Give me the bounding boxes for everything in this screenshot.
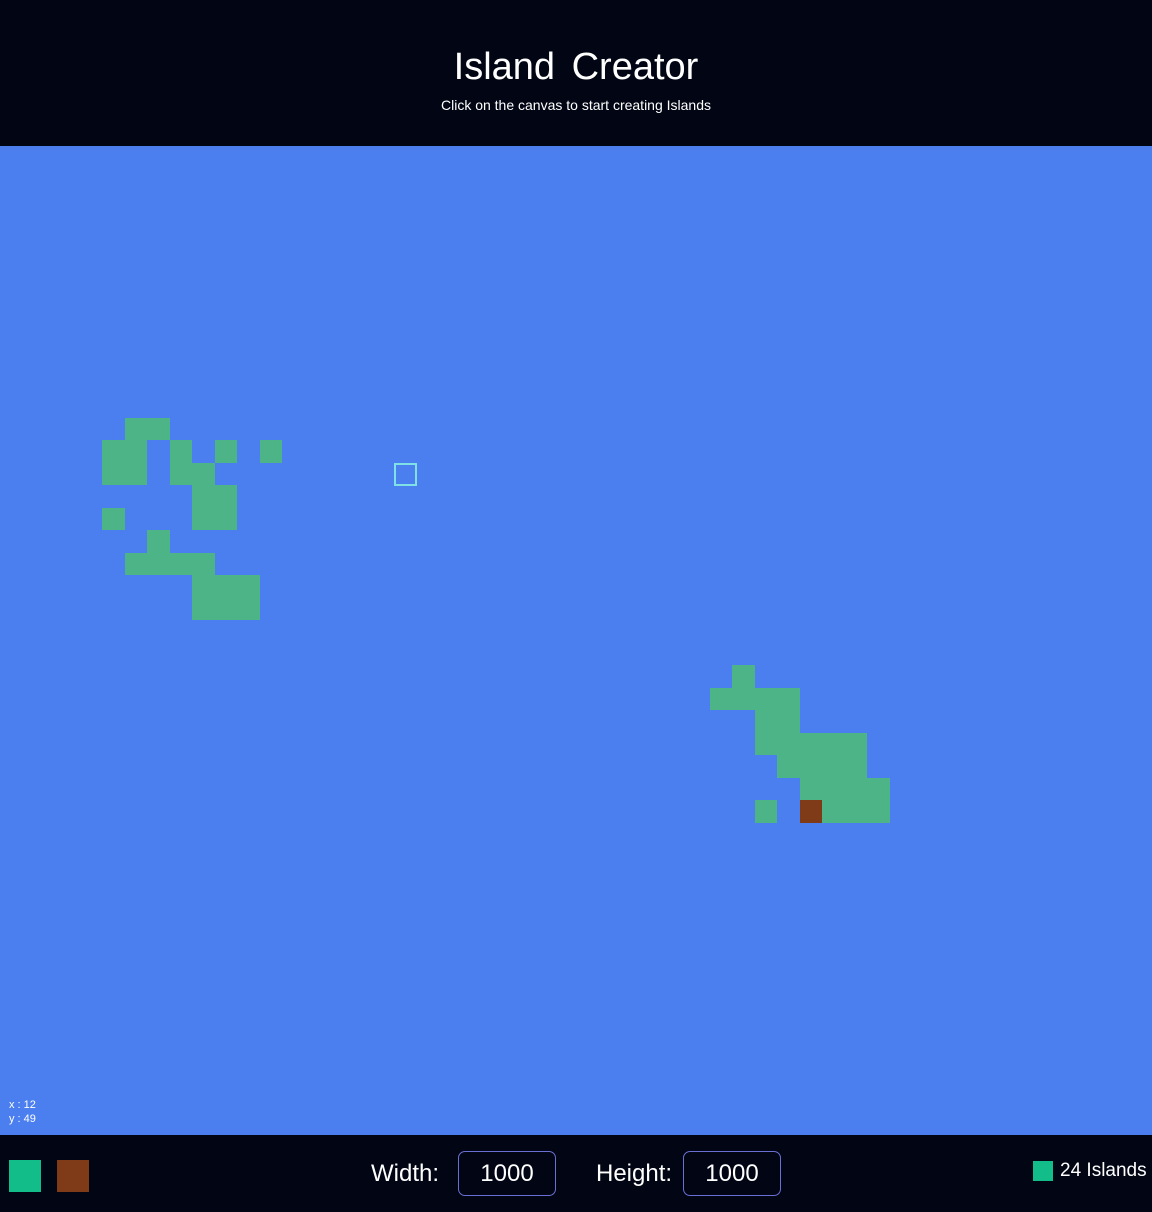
land-cell[interactable] — [844, 755, 867, 778]
land-cell[interactable] — [822, 777, 845, 800]
land-cell[interactable] — [822, 755, 845, 778]
land-cell[interactable] — [192, 507, 215, 530]
land-cell[interactable] — [844, 732, 867, 755]
land-cell[interactable] — [214, 575, 237, 598]
islands-count: 24 Islands — [1060, 1160, 1147, 1181]
page-subtitle: Click on the canvas to start creating Is… — [440, 97, 712, 113]
land-cell[interactable] — [237, 597, 260, 620]
land-cell[interactable] — [192, 552, 215, 575]
land-color-swatch[interactable] — [9, 1160, 41, 1192]
land-cell[interactable] — [147, 552, 170, 575]
land-cell[interactable] — [777, 755, 800, 778]
land-cell[interactable] — [754, 687, 777, 710]
land-cell[interactable] — [867, 777, 890, 800]
land-cell[interactable] — [124, 417, 147, 440]
land-cell[interactable] — [754, 732, 777, 755]
land-cell[interactable] — [214, 597, 237, 620]
land-cell[interactable] — [822, 800, 845, 823]
land-cell[interactable] — [124, 552, 147, 575]
land-cell[interactable] — [259, 440, 282, 463]
land-cell[interactable] — [777, 710, 800, 733]
island-canvas[interactable]: x : 12 y : 49 — [0, 146, 1152, 1135]
land-cell[interactable] — [124, 462, 147, 485]
hover-cell-indicator — [394, 462, 417, 486]
height-label: Height: — [596, 1160, 673, 1187]
land-cell[interactable] — [214, 485, 237, 508]
height-input[interactable] — [683, 1151, 781, 1196]
width-label: Width: — [371, 1160, 440, 1187]
land-cell[interactable] — [147, 530, 170, 553]
land-cell[interactable] — [237, 575, 260, 598]
page-title: Island Creator — [453, 46, 699, 88]
cursor-x-readout: x : 12 — [9, 1099, 36, 1111]
land-cell[interactable] — [169, 440, 192, 463]
land-cell[interactable] — [709, 687, 732, 710]
land-cell[interactable] — [754, 800, 777, 823]
app-header: Island Creator Click on the canvas to st… — [0, 0, 1152, 146]
land-cell[interactable] — [102, 440, 125, 463]
land-cell[interactable] — [844, 800, 867, 823]
land-cell[interactable] — [169, 552, 192, 575]
cursor-y-readout: y : 49 — [9, 1113, 36, 1125]
land-cell[interactable] — [169, 462, 192, 485]
land-cell[interactable] — [867, 800, 890, 823]
land-cell[interactable] — [822, 732, 845, 755]
land-cell[interactable] — [192, 575, 215, 598]
land-cell[interactable] — [192, 462, 215, 485]
land-cell[interactable] — [102, 507, 125, 530]
land-cell[interactable] — [799, 755, 822, 778]
land-cell[interactable] — [102, 462, 125, 485]
land-cell[interactable] — [732, 687, 755, 710]
land-cell[interactable] — [799, 732, 822, 755]
land-cell[interactable] — [844, 777, 867, 800]
width-input[interactable] — [458, 1151, 556, 1196]
islands-legend-swatch — [1033, 1161, 1053, 1181]
land-cell[interactable] — [214, 440, 237, 463]
land-cell[interactable] — [777, 687, 800, 710]
land-cell[interactable] — [732, 665, 755, 688]
dirt-cell[interactable] — [799, 800, 822, 823]
land-cell[interactable] — [754, 710, 777, 733]
land-cell[interactable] — [192, 597, 215, 620]
land-cell[interactable] — [147, 417, 170, 440]
land-cell[interactable] — [192, 485, 215, 508]
land-cell[interactable] — [799, 777, 822, 800]
land-cell[interactable] — [124, 440, 147, 463]
dirt-color-swatch[interactable] — [57, 1160, 89, 1192]
land-cell[interactable] — [214, 507, 237, 530]
cursor-coordinates: x : 12 y : 49 — [9, 1098, 36, 1126]
toolbar-footer: Width: Height: 24 Islands — [0, 1135, 1152, 1212]
land-cell[interactable] — [777, 732, 800, 755]
